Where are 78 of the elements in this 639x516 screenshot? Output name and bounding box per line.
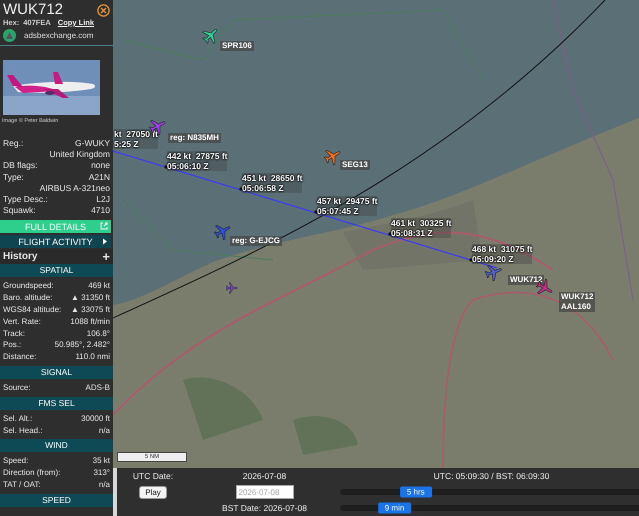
- field-value: G-WUKY: [75, 138, 110, 150]
- field-label: Source:: [3, 382, 31, 394]
- track-point-label: 461 kt 30325 ft 05:08:31 Z: [391, 218, 452, 238]
- expand-toggle[interactable]: +: [102, 249, 110, 264]
- field-value: ▲ 33075 ft: [70, 304, 110, 316]
- field-label: Track:: [3, 328, 25, 340]
- arrow-icon: [102, 238, 108, 246]
- field-label: WGS84 altitude:: [3, 304, 62, 316]
- field-value: A21N: [88, 172, 110, 183]
- aircraft-label: reg: G-EJCG: [230, 236, 282, 246]
- track-point: [314, 210, 318, 214]
- utc-date-label: UTC Date:: [132, 471, 174, 481]
- field-value: 30000 ft: [81, 412, 110, 425]
- section-header: SPEED: [0, 494, 113, 507]
- track-point: [469, 258, 473, 262]
- field-value: 313°: [93, 467, 110, 479]
- track-point-label: 457 kt 29475 ft 05:07:45 Z: [317, 196, 378, 216]
- section-header: WIND: [0, 439, 113, 452]
- field-label: Speed:: [3, 455, 28, 468]
- field-label: Reg.:: [3, 138, 24, 150]
- aircraft-label: WUK712 AAL160: [559, 292, 596, 312]
- field-label: Vert. Rate:: [3, 316, 41, 328]
- field-label: Distance:: [3, 351, 36, 363]
- aircraft-label: SEG13: [340, 160, 370, 170]
- field-value: 35 kt: [92, 455, 110, 468]
- field-value: AIRBUS A-321neo: [40, 182, 110, 194]
- section-header: SPATIAL: [0, 264, 113, 278]
- slider-track[interactable]: 5 hrs: [340, 489, 639, 495]
- field-value: 469 kt: [88, 280, 110, 292]
- flight-activity-button[interactable]: FLIGHT ACTIVITY: [0, 235, 111, 248]
- field-label: Sel. Head.:: [3, 424, 43, 436]
- field-value: United Kingdom: [50, 149, 110, 160]
- slider-thumb[interactable]: 5 hrs: [400, 486, 432, 498]
- slider-thumb[interactable]: 9 min: [378, 502, 412, 514]
- date-field[interactable]: 2026-07-08: [236, 485, 294, 499]
- field-value: 1088 ft/min: [70, 316, 110, 328]
- field-label: Type Desc.:: [3, 194, 48, 206]
- field-value: 106.8°: [86, 328, 110, 340]
- slider-track[interactable]: 9 min: [340, 505, 639, 511]
- flight-callsign: WUK712: [3, 2, 64, 18]
- history-heading: History: [3, 251, 38, 262]
- field-value: L2J: [96, 194, 110, 206]
- aircraft-label: WUK712: [508, 275, 544, 285]
- clock-readout: UTC: 05:09:30 / BST: 06:09:30: [434, 471, 550, 481]
- track-point: [388, 232, 392, 236]
- section-header: SIGNAL: [0, 366, 113, 379]
- field-value: n/a: [98, 424, 110, 436]
- field-value: 50.985°, 2.482°: [54, 339, 110, 352]
- utc-date: 2026-07-08: [242, 471, 286, 481]
- field-value: 4710: [91, 205, 110, 216]
- track-point: [164, 165, 168, 169]
- field-value: none: [91, 160, 110, 172]
- track-point-label: 468 kt 31075 ft 05:09:20 Z: [472, 244, 532, 264]
- field-label: Squawk:: [3, 205, 36, 216]
- field-label: TAT / OAT:: [3, 478, 41, 491]
- bst-date: BST Date: 2026-07-08: [222, 503, 307, 513]
- track-point: [239, 187, 243, 191]
- field-label: Baro. altitude:: [3, 292, 52, 304]
- field-label: Direction (from):: [3, 467, 60, 479]
- field-value: n/a: [98, 478, 110, 491]
- logo-icon: [3, 29, 16, 42]
- field-label: Groundspeed:: [3, 280, 54, 292]
- field-value: ADS-B: [86, 382, 110, 394]
- track-point-label: 442 kt 27875 ft 05:06:10 Z: [167, 151, 228, 171]
- aircraft-label: reg: N835MH: [168, 133, 221, 143]
- field-label: Type:: [3, 172, 24, 183]
- field-value: ▲ 31350 ft: [70, 292, 110, 304]
- site-name: adsbexchange.com: [24, 31, 94, 40]
- track-point-label: 451 kt 28650 ft 05:06:58 Z: [242, 173, 302, 193]
- section-header: FMS SEL: [0, 396, 113, 410]
- field-value: 110.0 nmi: [75, 351, 110, 363]
- field-label: DB flags:: [3, 160, 38, 172]
- play-button[interactable]: Play: [139, 486, 167, 498]
- field-label: Pos.:: [3, 339, 22, 352]
- close-icon[interactable]: [97, 4, 110, 16]
- external-link-icon: [100, 222, 108, 230]
- aircraft-label: SPR106: [220, 41, 254, 51]
- field-label: Sel. Alt.:: [3, 412, 32, 425]
